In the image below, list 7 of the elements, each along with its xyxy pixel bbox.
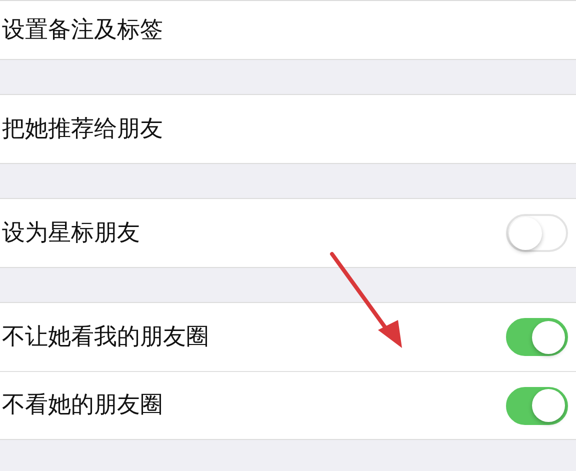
setting-label[interactable]: 不看她的朋友圈 [2,388,163,423]
setting-label[interactable]: 不让她看我的朋友圈 [2,320,209,354]
setting-label[interactable]: 设置备注及标签 [2,12,163,48]
toggle-switch[interactable] [506,386,568,424]
setting-label[interactable]: 把她推荐给朋友 [2,112,163,146]
toggle-switch[interactable] [506,318,568,356]
setting-label[interactable]: 设为星标朋友 [2,216,140,250]
